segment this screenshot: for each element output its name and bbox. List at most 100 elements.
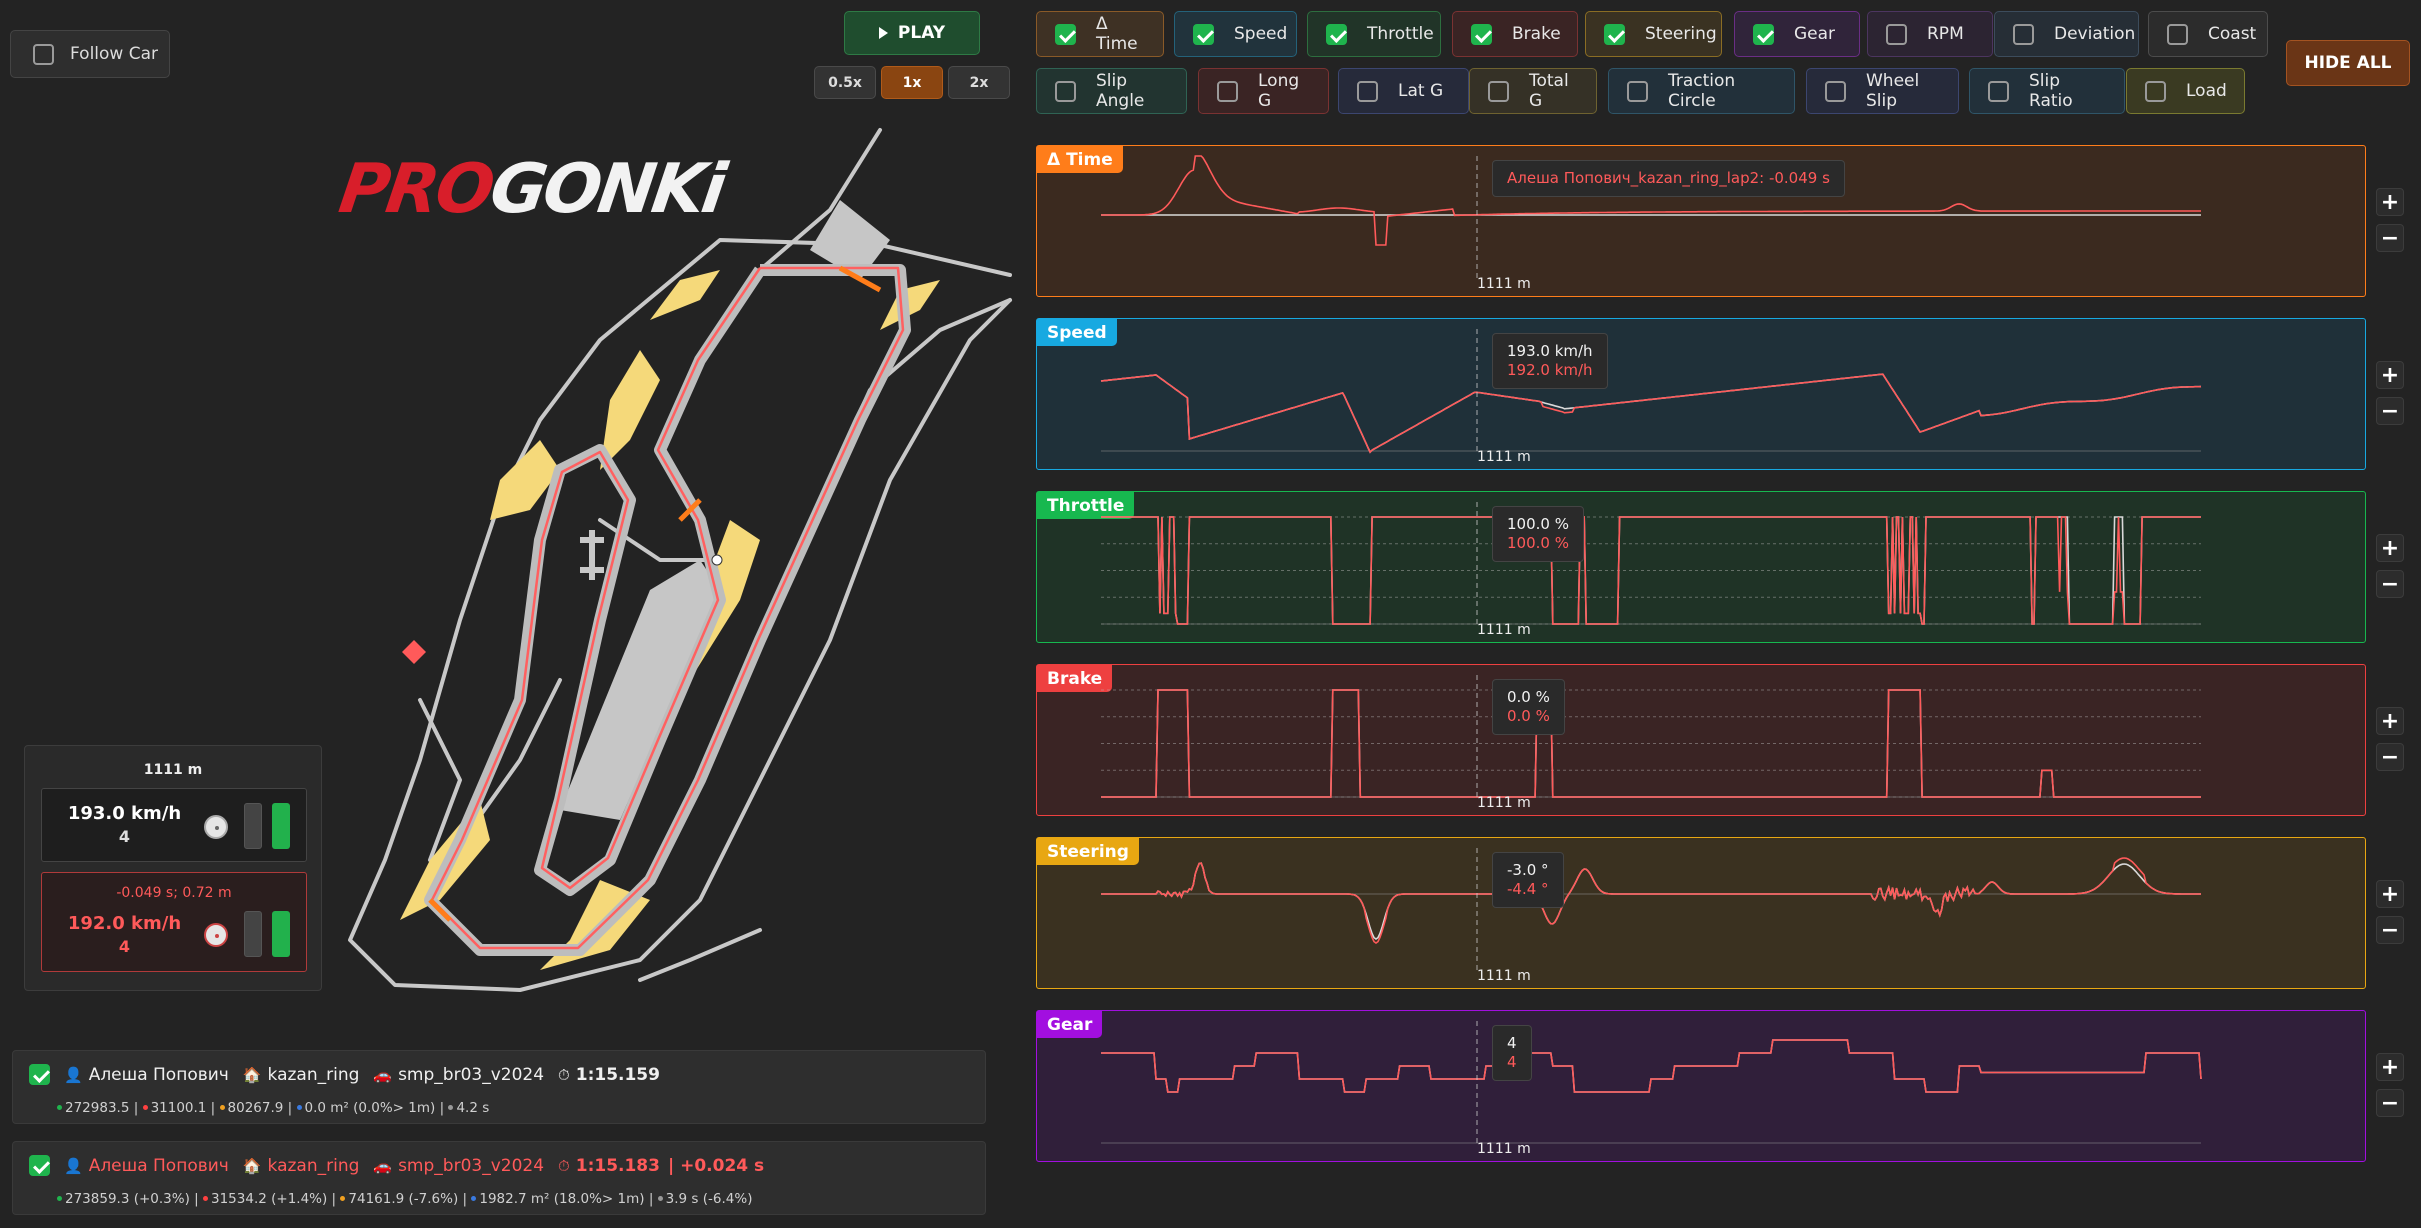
- panel-delta-time[interactable]: Δ Time Алеша Попович_kazan_ring_lap2: -0…: [1036, 145, 2366, 297]
- toggle-checkbox[interactable]: [2145, 80, 2166, 102]
- zoom-out-button[interactable]: −: [2376, 743, 2404, 771]
- panel-distance: 1111 m: [1477, 276, 1531, 292]
- panel-chart[interactable]: [1037, 1011, 2367, 1163]
- panel-tooltip: 193.0 km/h 192.0 km/h: [1492, 333, 1608, 389]
- car1-gear: 4: [118, 827, 131, 846]
- car-icon: 🚗: [373, 1065, 393, 1084]
- zoom-out-button[interactable]: −: [2376, 1089, 2404, 1117]
- lap-track: kazan_ring: [267, 1064, 360, 1085]
- steering-wheel-icon: [204, 923, 228, 947]
- toggle-checkbox[interactable]: [1886, 23, 1907, 45]
- zoom-in-button[interactable]: +: [2376, 1053, 2404, 1081]
- panel-distance: 1111 m: [1477, 968, 1531, 984]
- zoom-out-button[interactable]: −: [2376, 397, 2404, 425]
- lap-checkbox[interactable]: [29, 1064, 50, 1085]
- track-map[interactable]: [320, 125, 1020, 1005]
- zoom-out-button[interactable]: −: [2376, 916, 2404, 944]
- panel-chart[interactable]: [1037, 665, 2367, 817]
- toggle-label: Coast: [2208, 24, 2257, 44]
- toggle-coast[interactable]: Coast: [2148, 11, 2268, 57]
- toggle-checkbox[interactable]: [1193, 23, 1214, 45]
- toggle-label: Speed: [1234, 24, 1288, 44]
- toggle-slip-angle[interactable]: Slip Angle: [1036, 68, 1187, 114]
- toggle-label: Traction Circle: [1668, 71, 1736, 111]
- toggle-steering[interactable]: Steering: [1585, 11, 1722, 57]
- car1-box: 193.0 km/h 4: [41, 788, 307, 862]
- toggle-checkbox[interactable]: [2167, 23, 2188, 45]
- stopwatch-icon: ⏱: [558, 1065, 570, 1084]
- stopwatch-icon: ⏱: [558, 1156, 570, 1175]
- toggle-rpm[interactable]: RPM: [1867, 11, 1993, 57]
- toggle-wheel-slip[interactable]: Wheel Slip: [1806, 68, 1959, 114]
- zoom-in-button[interactable]: +: [2376, 361, 2404, 389]
- car1-brake-bar: [244, 803, 262, 849]
- toggle-label: Throttle: [1367, 24, 1434, 44]
- toggle-checkbox[interactable]: [1357, 80, 1378, 102]
- toggle-label: Slip Ratio: [2029, 71, 2073, 111]
- toggle-label: Lat G: [1398, 81, 1444, 101]
- toggle-gear[interactable]: Gear: [1734, 11, 1860, 57]
- lap-checkbox[interactable]: [29, 1155, 50, 1176]
- speed-0-5x-button[interactable]: 0.5x: [814, 66, 876, 99]
- toggle-checkbox[interactable]: [1217, 80, 1238, 102]
- toggle-label: Long G: [1258, 71, 1300, 111]
- toggle-brake[interactable]: Brake: [1452, 11, 1578, 57]
- lap-stats: 272983.5 | 31100.1 | 80267.9 | 0.0 m² (0…: [57, 1100, 489, 1116]
- zoom-in-button[interactable]: +: [2376, 880, 2404, 908]
- zoom-in-button[interactable]: +: [2376, 534, 2404, 562]
- play-icon: [878, 27, 888, 39]
- toggle-slip-ratio[interactable]: Slip Ratio: [1969, 68, 2125, 114]
- panel-brake[interactable]: Brake 0.0 % 0.0 % 1111 m: [1036, 664, 2366, 816]
- toggle-label: Δ Time: [1096, 14, 1138, 54]
- toggle-checkbox[interactable]: [1055, 23, 1076, 45]
- panel-chart[interactable]: [1037, 319, 2367, 471]
- driver-icon: 👤: [64, 1065, 83, 1084]
- zoom-out-button[interactable]: −: [2376, 224, 2404, 252]
- lap-row[interactable]: 👤 Алеша Попович 🏠 kazan_ring 🚗 smp_br03_v20…: [12, 1141, 986, 1215]
- panel-gear[interactable]: Gear 4 4 1111 m: [1036, 1010, 2366, 1162]
- speed-2x-button[interactable]: 2x: [948, 66, 1010, 99]
- toggle-checkbox[interactable]: [1488, 80, 1509, 102]
- toggle-checkbox[interactable]: [1825, 80, 1846, 102]
- speed-1x-button[interactable]: 1x: [881, 66, 943, 99]
- toggle-label: Deviation: [2054, 24, 2136, 44]
- toggle-checkbox[interactable]: [1055, 80, 1076, 102]
- panel-chart[interactable]: [1037, 492, 2367, 644]
- zoom-in-button[interactable]: +: [2376, 188, 2404, 216]
- car1-speed: 193.0 km/h: [67, 803, 182, 824]
- panel-distance: 1111 m: [1477, 449, 1531, 465]
- toggle-deviation[interactable]: Deviation: [1994, 11, 2139, 57]
- toggle-label: Load: [2186, 81, 2227, 101]
- track-icon: 🏠: [242, 1065, 262, 1084]
- steering-wheel-icon: [204, 815, 228, 839]
- panel-throttle[interactable]: Throttle 100.0 % 100.0 % 1111 m: [1036, 491, 2366, 643]
- toggle-checkbox[interactable]: [1753, 23, 1774, 45]
- toggle-checkbox[interactable]: [1988, 80, 2009, 102]
- car2-throttle-bar: [272, 911, 290, 957]
- toggle-long-g[interactable]: Long G: [1198, 68, 1329, 114]
- panel-distance: 1111 m: [1477, 795, 1531, 811]
- zoom-out-button[interactable]: −: [2376, 570, 2404, 598]
- toggle-load[interactable]: Load: [2126, 68, 2245, 114]
- toggle-checkbox[interactable]: [2013, 23, 2034, 45]
- follow-car-checkbox[interactable]: [33, 43, 54, 65]
- toggle-checkbox[interactable]: [1471, 23, 1492, 45]
- toggle-speed[interactable]: Speed: [1174, 11, 1297, 57]
- lap-row[interactable]: 👤 Алеша Попович 🏠 kazan_ring 🚗 smp_br03_v20…: [12, 1050, 986, 1124]
- panel-speed[interactable]: Speed 193.0 km/h 192.0 km/h 1111 m: [1036, 318, 2366, 470]
- zoom-in-button[interactable]: +: [2376, 707, 2404, 735]
- toggle-checkbox[interactable]: [1326, 23, 1347, 45]
- follow-car-toggle[interactable]: Follow Car: [10, 30, 170, 78]
- play-button[interactable]: PLAY: [844, 11, 980, 55]
- toggle-checkbox[interactable]: [1604, 23, 1625, 45]
- panel-steering[interactable]: Steering -3.0 ° -4.4 ° 1111 m: [1036, 837, 2366, 989]
- toggle-traction-circle[interactable]: Traction Circle: [1608, 68, 1795, 114]
- hide-all-button[interactable]: HIDE ALL: [2286, 40, 2410, 86]
- toggle-throttle[interactable]: Throttle: [1307, 11, 1441, 57]
- panel-tooltip: 0.0 % 0.0 %: [1492, 679, 1565, 735]
- toggle-total-g[interactable]: Total G: [1469, 68, 1597, 114]
- toggle-lat-g[interactable]: Lat G: [1338, 68, 1469, 114]
- toggle-delta-time[interactable]: Δ Time: [1036, 11, 1164, 57]
- panel-chart[interactable]: [1037, 838, 2367, 990]
- toggle-checkbox[interactable]: [1627, 80, 1648, 102]
